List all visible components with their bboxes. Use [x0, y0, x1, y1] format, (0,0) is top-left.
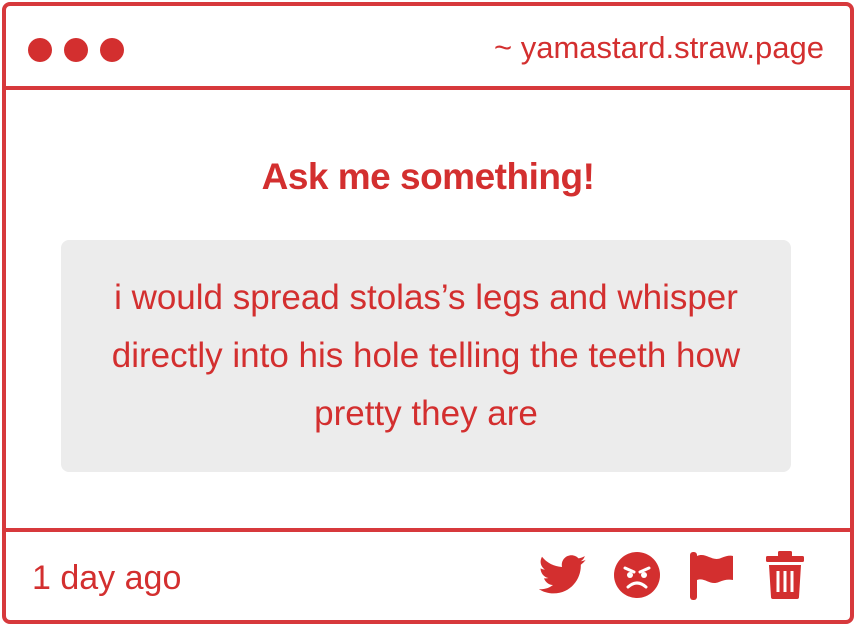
window-dot[interactable]	[28, 38, 52, 62]
react-button[interactable]	[612, 550, 662, 600]
twitter-share-button[interactable]	[538, 550, 588, 600]
delete-button[interactable]	[760, 550, 810, 600]
ask-card: Ask me something! i would spread stolas’…	[6, 90, 850, 528]
page-title: Ask me something!	[261, 156, 595, 197]
browser-window: ~ yamastard.straw.page Ask me something!…	[2, 2, 854, 624]
action-bar	[538, 550, 810, 600]
question-text: i would spread stolas’s legs and whisper…	[111, 278, 741, 433]
report-button[interactable]	[686, 550, 736, 600]
window-controls	[28, 38, 124, 62]
flag-icon	[690, 552, 733, 600]
window-dot[interactable]	[64, 38, 88, 62]
angry-face-icon	[614, 552, 660, 598]
question-box: i would spread stolas’s legs and whisper…	[61, 240, 791, 472]
page-url[interactable]: ~ yamastard.straw.page	[494, 28, 824, 68]
title-bar: ~ yamastard.straw.page	[6, 6, 850, 90]
timestamp: 1 day ago	[32, 559, 182, 597]
trash-icon	[766, 551, 804, 599]
window-dot[interactable]	[100, 38, 124, 62]
twitter-icon	[539, 555, 587, 594]
card-footer: 1 day ago	[6, 528, 850, 620]
